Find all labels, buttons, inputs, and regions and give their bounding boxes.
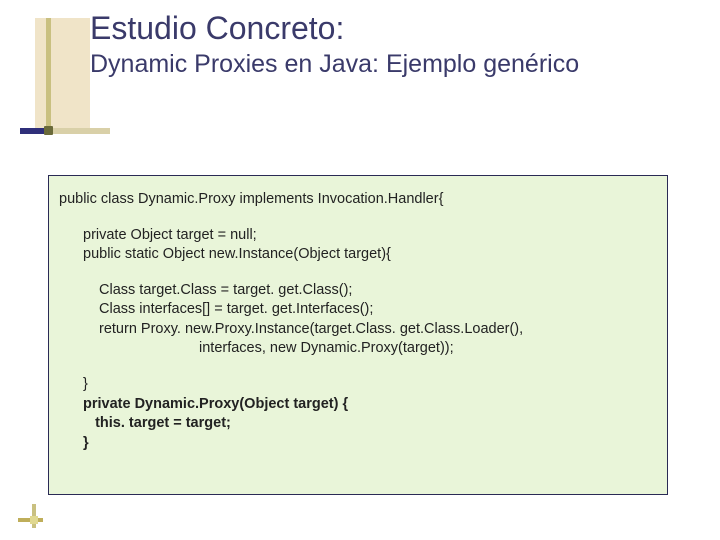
code-line: } bbox=[83, 375, 657, 395]
title-block: Estudio Concreto: Dynamic Proxies en Jav… bbox=[90, 10, 650, 80]
code-line: interfaces, new Dynamic.Proxy(target)); bbox=[199, 339, 657, 359]
code-line: private Dynamic.Proxy(Object target) { bbox=[83, 395, 657, 415]
code-sample-box: public class Dynamic.Proxy implements In… bbox=[48, 175, 668, 495]
code-line: Class target.Class = target. get.Class()… bbox=[99, 281, 657, 301]
title-main: Estudio Concreto: bbox=[90, 10, 650, 47]
code-line: public class Dynamic.Proxy implements In… bbox=[59, 190, 657, 210]
code-line: public static Object new.Instance(Object… bbox=[83, 245, 657, 265]
title-sub: Dynamic Proxies en Java: Ejemplo genéric… bbox=[90, 49, 650, 80]
code-line: Class interfaces[] = target. get.Interfa… bbox=[99, 300, 657, 320]
code-line: return Proxy. new.Proxy.Instance(target.… bbox=[99, 320, 657, 340]
code-line: } bbox=[83, 434, 657, 454]
code-line: this. target = target; bbox=[83, 414, 657, 434]
code-line: private Object target = null; bbox=[83, 226, 657, 246]
slide-decoration-bottom bbox=[18, 508, 48, 528]
